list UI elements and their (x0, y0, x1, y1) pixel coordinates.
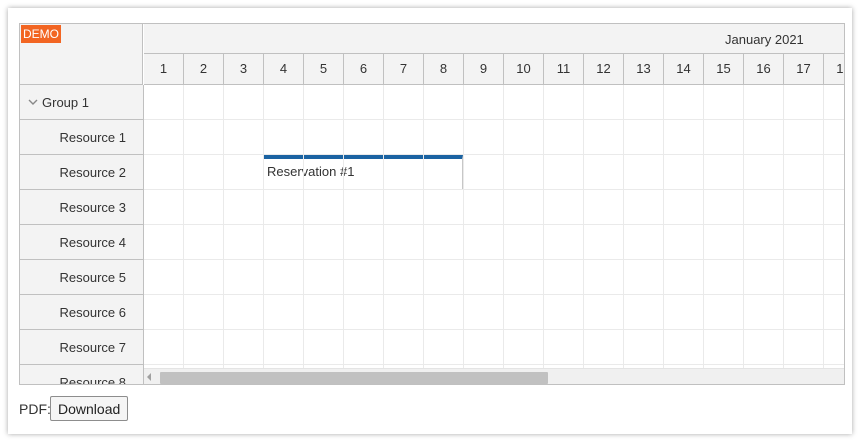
day-header-cell: 3 (224, 54, 264, 84)
day-header-cell: 14 (664, 54, 704, 84)
day-header-cell: 6 (344, 54, 384, 84)
grid-column-line (703, 85, 704, 368)
scheduler-corner: DEMO (20, 24, 143, 85)
event-label: Reservation #1 (267, 164, 355, 179)
grid-column-line (343, 85, 344, 368)
month-label: January 2021 (725, 32, 804, 47)
grid-column-line (663, 85, 664, 368)
pdf-label: PDF: (19, 401, 51, 417)
grid-row-line (144, 189, 844, 190)
grid-column-line (183, 85, 184, 368)
day-header-cell: 5 (304, 54, 344, 84)
event-reservation[interactable]: Reservation #1 (263, 155, 463, 190)
grid-column-line (743, 85, 744, 368)
day-header-cell: 16 (744, 54, 784, 84)
grid-column-line (383, 85, 384, 368)
day-header-cell: 4 (264, 54, 304, 84)
grid-row-line (144, 119, 844, 120)
resource-row-header[interactable]: Resource 6 (20, 295, 143, 330)
resource-row-header[interactable]: Resource 1 (20, 120, 143, 155)
group-label: Group 1 (42, 95, 89, 110)
demo-badge: DEMO (21, 25, 61, 43)
day-header-cell: 7 (384, 54, 424, 84)
scrollbar-thumb[interactable] (160, 372, 548, 384)
grid-column-line (303, 85, 304, 368)
grid-column-line (823, 85, 824, 368)
grid-column-line (223, 85, 224, 368)
grid-row-line (144, 259, 844, 260)
grid-row-line (144, 329, 844, 330)
month-header-cell: January 2021 (144, 24, 844, 54)
chevron-down-icon[interactable] (28, 97, 38, 107)
day-header-cell: 10 (504, 54, 544, 84)
day-header-cell: 2 (184, 54, 224, 84)
day-header-cell: 8 (424, 54, 464, 84)
grid-column-line (463, 85, 464, 368)
day-header-cell: 13 (624, 54, 664, 84)
group-row-header[interactable]: Group 1 (20, 85, 143, 120)
grid-column-line (543, 85, 544, 368)
horizontal-scrollbar[interactable] (144, 368, 844, 384)
download-button[interactable]: Download (50, 396, 129, 421)
resource-row-header[interactable]: Resource 2 (20, 155, 143, 190)
grid-column-line (623, 85, 624, 368)
day-header-cell: 18 (824, 54, 844, 84)
scheduler-grid[interactable]: Reservation #1 (144, 85, 844, 368)
grid-row-line (144, 224, 844, 225)
scheduler: DEMO January 2021 1 2 3 4 5 6 7 8 9 10 11 12 13 14 15 1… (19, 23, 845, 385)
day-header-cell: 11 (544, 54, 584, 84)
grid-column-line (423, 85, 424, 368)
day-header-cell: 12 (584, 54, 624, 84)
row-header: Group 1 Resource 1 Resource 2 Resource 3 Re… (20, 85, 144, 384)
grid-column-line (783, 85, 784, 368)
grid-row-line (144, 294, 844, 295)
resource-row-header[interactable]: Resource 5 (20, 260, 143, 295)
day-header-cell: 15 (704, 54, 744, 84)
time-header: January 2021 123456789101112131415161718 (144, 24, 844, 85)
resource-row-header[interactable]: Resource 7 (20, 330, 143, 365)
scroll-left-arrow-icon[interactable] (147, 373, 151, 381)
grid-column-line (263, 85, 264, 368)
resource-row-header[interactable]: Resource 8 (20, 365, 143, 384)
day-header-cell: 17 (784, 54, 824, 84)
day-header-cell: 1 (144, 54, 184, 84)
grid-column-line (503, 85, 504, 368)
grid-row-line (144, 364, 844, 365)
day-header-cell: 9 (464, 54, 504, 84)
resource-row-header[interactable]: Resource 4 (20, 225, 143, 260)
resource-row-header[interactable]: Resource 3 (20, 190, 143, 225)
grid-column-line (583, 85, 584, 368)
grid-row-line (144, 154, 844, 155)
